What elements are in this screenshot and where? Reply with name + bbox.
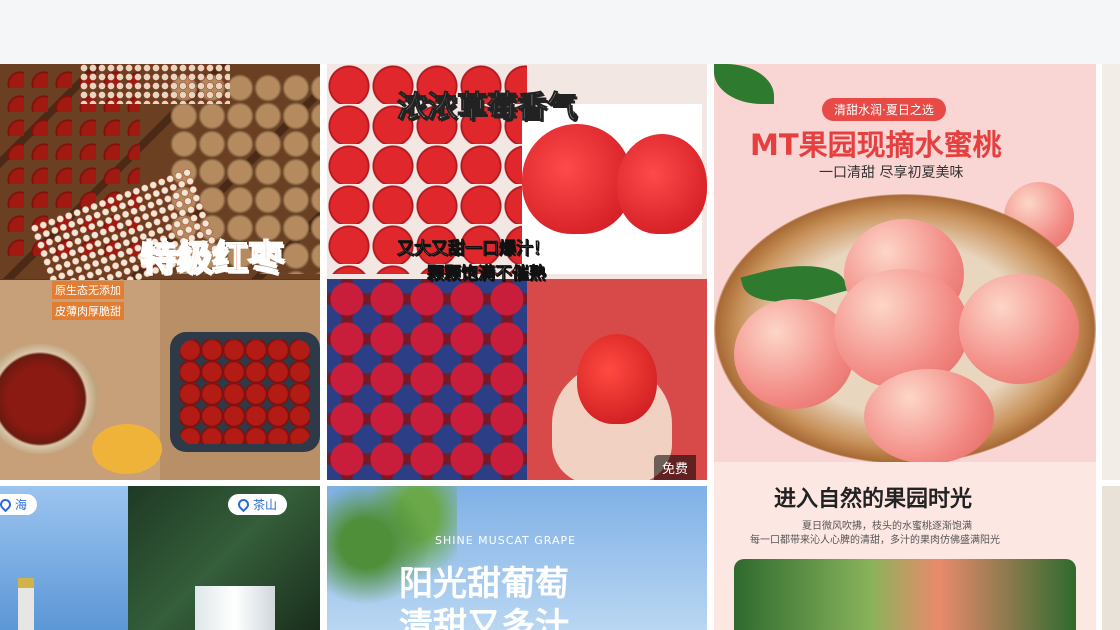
lighthouse-image — [18, 578, 34, 630]
template-card-red-dates[interactable]: 特级红枣 原生态无添加 皮薄肉厚脆甜 — [0, 64, 320, 480]
card-title: 特级红枣 — [139, 237, 285, 280]
strawberry-in-hand — [577, 334, 657, 424]
orchard-photo — [734, 559, 1076, 630]
card-subtitle: 一口清甜 尽享初夏美味 — [819, 165, 964, 181]
tag-pill: 清甜水润·夏日之选 — [822, 98, 946, 121]
card-title: MT果园现摘水蜜桃 — [750, 128, 1002, 162]
description-line: 每一口都带来沁人心脾的清甜，多汁的果肉仿佛盛满阳光 — [750, 535, 1000, 546]
template-card-peach[interactable]: 清甜水润·夏日之选 MT果园现摘水蜜桃 一口清甜 尽享初夏美味 进入自然的果园时… — [714, 64, 1096, 630]
card-title: 清甜又多汁 — [399, 606, 569, 630]
template-card-partial[interactable] — [1102, 486, 1120, 630]
template-card-grape[interactable]: SHINE MUSCAT GRAPE 阳光甜葡萄 清甜又多汁 — [327, 486, 707, 630]
english-title: SHINE MUSCAT GRAPE — [435, 534, 577, 547]
card-badge-line: 皮薄肉厚脆甜 — [52, 302, 124, 320]
template-card-strawberry[interactable]: 浓浓草莓香气 又大又甜一口爆汁！ 颗颗饱满不催熟 免费 — [327, 64, 707, 480]
top-bar — [0, 0, 1120, 64]
description-line: 夏日微风吹拂，枝头的水蜜桃逐渐饱满 — [802, 521, 972, 532]
dish-of-dates — [170, 332, 320, 452]
location-pin-icon — [0, 496, 14, 513]
card-tagline: 颗颗饱满不催熟 — [427, 264, 547, 285]
location-tag: 海 — [0, 494, 38, 515]
section-heading: 进入自然的果园时光 — [774, 487, 973, 512]
location-tag: 茶山 — [228, 494, 288, 515]
free-badge: 免费 — [654, 455, 697, 480]
peach — [864, 369, 994, 464]
waterfall-image — [195, 586, 275, 630]
mixed-berries-image — [327, 279, 527, 480]
template-card-partial[interactable] — [1102, 64, 1120, 480]
peach — [959, 274, 1079, 384]
leaf-decoration — [714, 64, 774, 104]
template-card-travel[interactable]: 海 茶山 — [0, 486, 320, 630]
card-badge-line: 原生态无添加 — [52, 281, 124, 299]
dried-apricot — [92, 424, 162, 474]
location-pin-icon — [235, 496, 252, 513]
card-tagline: 又大又甜一口爆汁！ — [397, 239, 551, 260]
grains-image — [80, 64, 230, 104]
card-title: 浓浓草莓香气 — [393, 82, 581, 128]
